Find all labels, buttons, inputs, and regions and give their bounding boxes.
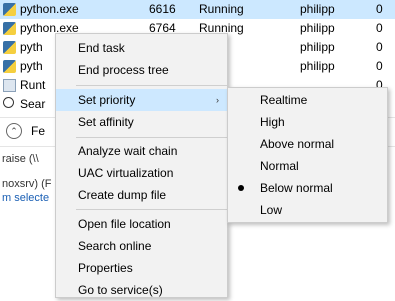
menu-item-end-process-tree[interactable]: End process tree [56,59,227,81]
menu-item-label: Set priority [78,93,136,107]
menu-item-set-affinity[interactable]: Set affinity [56,111,227,133]
priority-label: Realtime [260,93,308,107]
menu-item-search-online[interactable]: Search online [56,235,227,257]
menu-item-create-dump-file[interactable]: Create dump file [56,184,227,206]
background-text: m selecte [2,192,50,204]
menu-item-label: Create dump file [78,188,167,202]
process-extra: 0 [376,40,383,54]
selected-bullet-icon [238,185,244,191]
process-name: python.exe [20,2,79,16]
priority-low[interactable]: Low [228,199,387,221]
menu-item-properties[interactable]: Properties [56,257,227,279]
process-name: pyth [20,40,43,54]
chevron-right-icon: › [216,95,219,105]
menu-separator [76,137,227,138]
chevron-up-icon: ⌃ [6,123,22,139]
background-text: noxsrv) (F [2,178,52,190]
python-icon [3,41,16,54]
menu-item-label: UAC virtualization [78,166,174,180]
priority-label: Normal [260,159,299,173]
runtime-icon [3,79,16,92]
menu-item-label: Analyze wait chain [78,144,178,158]
priority-realtime[interactable]: Realtime [228,89,387,111]
menu-item-set-priority[interactable]: Set priority › [56,89,227,111]
process-pid: 6616 [149,2,176,16]
python-icon [3,3,16,16]
process-extra: 0 [376,2,383,16]
menu-item-uac-virtualization[interactable]: UAC virtualization [56,162,227,184]
process-user: philipp [300,40,335,54]
menu-item-end-task[interactable]: End task [56,37,227,59]
priority-submenu: Realtime High Above normal Normal Below … [227,87,388,223]
process-name: Runt [20,78,46,92]
priority-label: Low [260,203,283,217]
menu-separator [76,209,227,210]
context-menu: End task End process tree Set priority ›… [55,33,228,298]
menu-item-label: End process tree [78,63,169,77]
menu-item-label: Search online [78,239,152,253]
process-row-python-6616[interactable]: python.exe 6616 Running philipp 0 [0,0,395,19]
process-user: philipp [300,59,335,73]
menu-item-analyze-wait-chain[interactable]: Analyze wait chain [56,140,227,162]
python-icon [3,60,16,73]
process-extra: 0 [376,21,383,35]
python-icon [3,22,16,35]
menu-item-label: Properties [78,261,133,275]
priority-below-normal[interactable]: Below normal [228,177,387,199]
fewer-details-label: Fe [31,124,46,138]
process-name: Sear [20,97,46,111]
process-user: philipp [300,21,335,35]
process-status: Running [199,2,244,16]
menu-item-label: Set affinity [78,115,134,129]
process-name: pyth [20,59,43,73]
background-text: raise (\\ [2,153,39,165]
process-user: philipp [300,2,335,16]
priority-label: Below normal [260,181,333,195]
menu-item-label: Open file location [78,217,171,231]
menu-item-label: End task [78,41,125,55]
priority-label: Above normal [260,137,335,151]
search-icon [3,97,14,108]
priority-above-normal[interactable]: Above normal [228,133,387,155]
priority-high[interactable]: High [228,111,387,133]
process-extra: 0 [376,59,383,73]
menu-item-open-file-location[interactable]: Open file location [56,213,227,235]
menu-separator [76,85,227,86]
priority-normal[interactable]: Normal [228,155,387,177]
priority-label: High [260,115,285,129]
